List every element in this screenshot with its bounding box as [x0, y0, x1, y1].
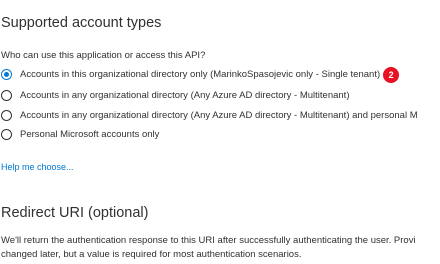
step-number-badge: 2 [383, 66, 400, 83]
radio-option-label: Personal Microsoft accounts only [20, 129, 160, 140]
redirect-uri-heading: Redirect URI (optional) [1, 205, 149, 221]
radio-option-multitenant[interactable]: Accounts in any organizational directory… [1, 88, 350, 103]
radio-unchecked-icon[interactable] [1, 110, 12, 121]
radio-option-label: Accounts in any organizational directory… [20, 90, 350, 101]
radio-checked-icon[interactable] [1, 69, 12, 80]
radio-option-multitenant-personal[interactable]: Accounts in any organizational directory… [1, 108, 418, 123]
access-question-label: Who can use this application or access t… [1, 50, 206, 61]
redirect-uri-description-line1: We'll return the authentication response… [1, 235, 416, 246]
redirect-uri-description-line2: changed later, but a value is required f… [1, 249, 302, 260]
help-me-choose-link[interactable]: Help me choose... [1, 162, 74, 172]
radio-option-label: Accounts in any organizational directory… [20, 110, 418, 121]
radio-option-label: Accounts in this organizational director… [20, 69, 381, 80]
radio-option-single-tenant[interactable]: Accounts in this organizational director… [1, 66, 400, 83]
radio-unchecked-icon[interactable] [1, 90, 12, 101]
radio-option-personal-only[interactable]: Personal Microsoft accounts only [1, 127, 159, 142]
radio-unchecked-icon[interactable] [1, 129, 12, 140]
supported-account-types-heading: Supported account types [1, 15, 162, 31]
